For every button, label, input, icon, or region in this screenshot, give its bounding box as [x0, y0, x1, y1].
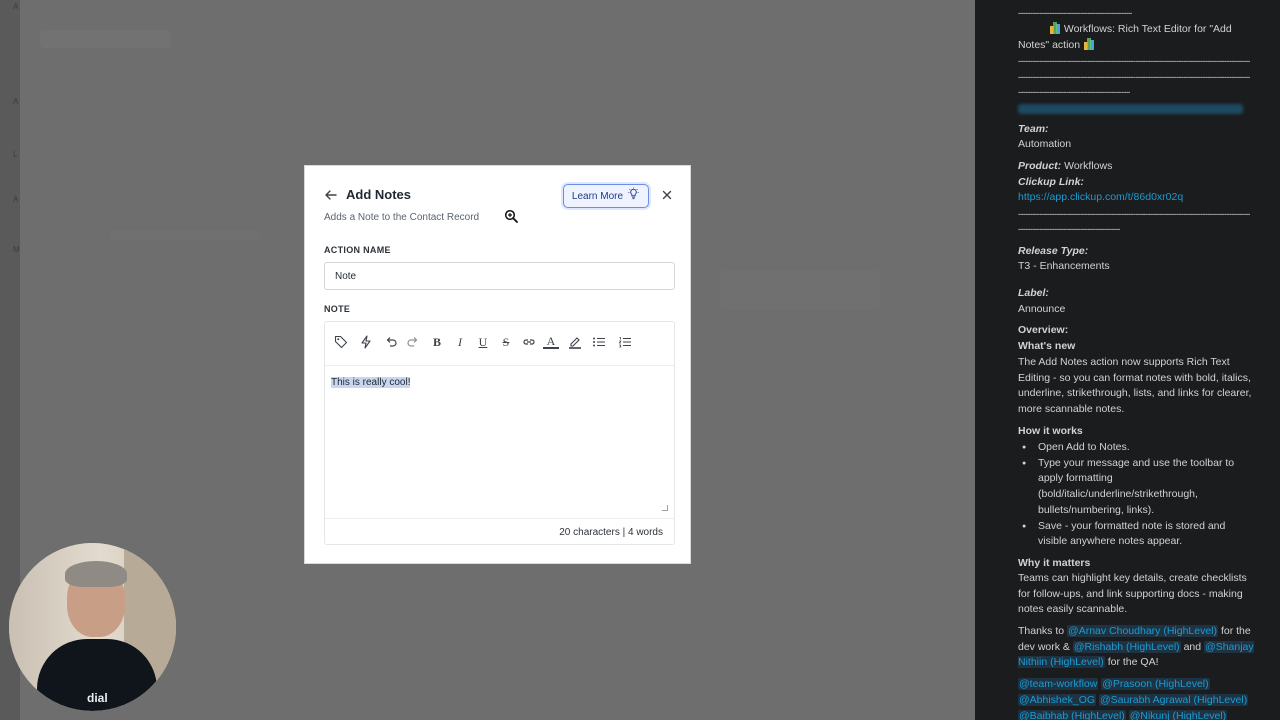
- product-value: Workflows: [1064, 160, 1113, 172]
- strikethrough-icon[interactable]: S: [498, 334, 514, 350]
- thanks-paragraph: Thanks to @Arnav Choudhary (HighLevel) f…: [1018, 624, 1254, 671]
- close-icon[interactable]: [661, 188, 673, 200]
- divider-line: ----------------------------------------…: [1018, 8, 1132, 18]
- note-text-area[interactable]: This is really cool!: [325, 367, 674, 517]
- tag-icon[interactable]: [333, 334, 349, 350]
- divider-line: ----------------------------------------…: [1018, 87, 1130, 97]
- cc-mentions-row: @team-workflow @Prasoon (HighLevel): [1018, 677, 1258, 693]
- mention-link[interactable]: @Prasoon (HighLevel): [1101, 678, 1210, 690]
- thanks-text: and: [1183, 640, 1202, 653]
- blurred-content-block: [720, 270, 880, 310]
- why-it-matters-text: Teams can highlight key details, create …: [1018, 572, 1247, 616]
- sidebar-ghost-label: A: [13, 195, 19, 204]
- blurred-link: [1018, 104, 1243, 114]
- presenter-webcam: dial: [9, 543, 176, 711]
- text-color-icon[interactable]: A: [543, 334, 559, 349]
- thanks-text: for the QA!: [1107, 656, 1159, 669]
- learn-more-label: Learn More: [571, 190, 624, 202]
- thanks-text: Thanks to: [1018, 625, 1065, 637]
- list-item: Type your message and use the toolbar to…: [1018, 456, 1238, 519]
- presenter-hair: [65, 561, 127, 587]
- gift-emoji-icon: [1049, 22, 1061, 34]
- divider-line: ----------------------------------------…: [1018, 209, 1250, 219]
- italic-icon[interactable]: I: [452, 334, 468, 350]
- resize-handle-icon[interactable]: [662, 505, 668, 511]
- how-it-works-list: Open Add to Notes. Type your message and…: [1018, 440, 1238, 550]
- mention-link[interactable]: @Saurabh Agrawal (HighLevel): [1098, 694, 1249, 706]
- overview-label: Overview:: [1018, 324, 1069, 336]
- modal-title: Add Notes: [346, 187, 411, 202]
- product-line: Product: Workflows: [1018, 159, 1112, 175]
- highlighter-icon[interactable]: [567, 334, 583, 350]
- clickup-label: Clickup Link:: [1018, 176, 1084, 188]
- how-it-works-heading: How it works: [1018, 425, 1083, 437]
- list-item: Open Add to Notes.: [1018, 440, 1238, 456]
- clickup-link[interactable]: https://app.clickup.com/t/86d0xr02q: [1018, 190, 1183, 206]
- mention-link[interactable]: @Baibhab (HighLevel): [1018, 710, 1126, 720]
- action-name-input[interactable]: [324, 262, 675, 290]
- list-item: Save - your formatted note is stored and…: [1018, 519, 1238, 550]
- sidebar-ghost-label: L: [13, 150, 18, 159]
- whats-new-text: The Add Notes action now supports Rich T…: [1018, 356, 1252, 416]
- underline-icon[interactable]: U: [475, 334, 491, 350]
- cc-mentions-row: @Abhishek_OG @Saurabh Agrawal (HighLevel…: [1018, 693, 1268, 709]
- team-value: Automation: [1018, 138, 1072, 150]
- blurred-header-block: [40, 30, 170, 48]
- undo-icon[interactable]: [383, 334, 399, 350]
- lightning-icon[interactable]: [358, 334, 374, 350]
- divider-line: ----------------------------------------…: [1018, 56, 1250, 66]
- whats-new-heading: What's new: [1018, 340, 1076, 352]
- numbered-list-icon[interactable]: [617, 334, 633, 350]
- product-label: Product:: [1018, 160, 1062, 172]
- release-type-label: Release Type:: [1018, 245, 1089, 257]
- gift-emoji-icon: [1083, 38, 1095, 50]
- modal-subtitle: Adds a Note to the Contact Record: [324, 212, 480, 223]
- note-text-selected: This is really cool!: [331, 377, 411, 388]
- cc-mentions-row: @Baibhab (HighLevel) @Nikunj (HighLevel): [1018, 709, 1268, 720]
- editor-footer: 20 characters | 4 words: [325, 518, 674, 544]
- zoom-in-icon: [504, 209, 518, 223]
- why-it-matters-heading: Why it matters: [1018, 557, 1091, 569]
- back-arrow-icon[interactable]: [324, 188, 338, 202]
- sidebar-ghost-label: A: [13, 2, 19, 11]
- lightbulb-icon: [627, 187, 640, 205]
- label-value: Announce: [1018, 303, 1066, 315]
- blurred-content-block: [110, 230, 260, 240]
- character-count: 20 characters | 4 words: [559, 527, 663, 538]
- redo-icon[interactable]: [405, 334, 421, 350]
- team-label: Team:: [1018, 123, 1049, 135]
- mention-link[interactable]: @team-workflow: [1018, 678, 1099, 690]
- bullet-list-icon[interactable]: [591, 334, 607, 350]
- sidebar-ghost-label: A: [13, 97, 19, 106]
- divider-line: ----------------------------------------…: [1018, 72, 1250, 82]
- action-name-label: ACTION NAME: [324, 245, 391, 255]
- label-label: Label:: [1018, 287, 1049, 299]
- editor-toolbar: B I U S A: [325, 322, 674, 366]
- bold-icon[interactable]: B: [429, 334, 445, 350]
- learn-more-button[interactable]: Learn More: [563, 184, 649, 208]
- release-notes-panel: ----------------------------------------…: [975, 0, 1280, 720]
- link-icon[interactable]: [521, 334, 537, 350]
- note-label: NOTE: [324, 304, 351, 314]
- mention-link[interactable]: @Rishabh (HighLevel): [1072, 640, 1181, 653]
- release-type-value: T3 - Enhancements: [1018, 260, 1110, 272]
- add-notes-modal: Add Notes Adds a Note to the Contact Rec…: [304, 165, 691, 564]
- shirt-logo: dial: [87, 691, 108, 705]
- divider-line: ----------------------------------------…: [1018, 224, 1120, 234]
- mention-link[interactable]: @Arnav Choudhary (HighLevel): [1067, 625, 1219, 637]
- note-rich-text-editor: B I U S A This is really cool! 20 charac…: [324, 321, 675, 545]
- sidebar-ghost-label: M: [13, 245, 20, 254]
- mention-link[interactable]: @Abhishek_OG: [1018, 694, 1097, 706]
- mention-link[interactable]: @Nikunj (HighLevel): [1128, 710, 1228, 720]
- release-title: Workflows: Rich Text Editor for "Add Not…: [1018, 21, 1250, 53]
